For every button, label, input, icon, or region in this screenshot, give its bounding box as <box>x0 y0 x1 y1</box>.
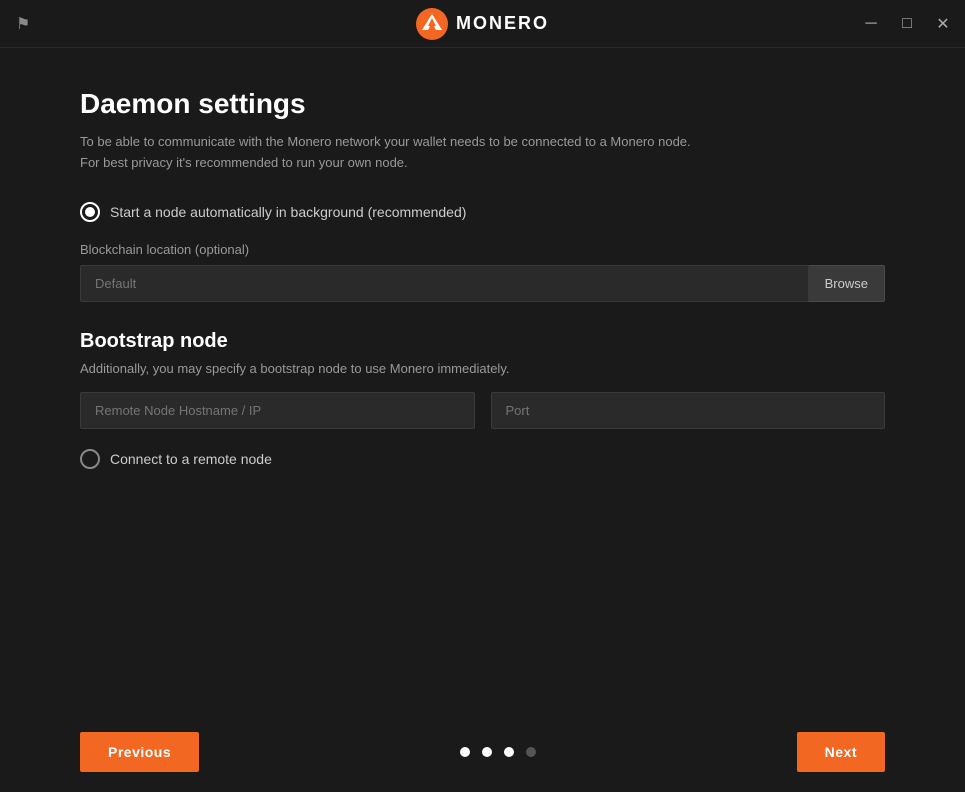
next-button[interactable]: Next <box>797 732 885 772</box>
bootstrap-section-desc: Additionally, you may specify a bootstra… <box>80 361 885 376</box>
radio-option-remote-node[interactable]: Connect to a remote node <box>80 449 885 469</box>
hostname-port-row <box>80 392 885 429</box>
blockchain-location-label: Blockchain location (optional) <box>80 242 885 257</box>
bootstrap-section-title: Bootstrap node <box>80 330 885 353</box>
monero-logo-icon <box>416 8 448 40</box>
hostname-input[interactable] <box>80 392 475 429</box>
pagination-dot-3 <box>504 747 514 757</box>
pagination-dot-4 <box>526 747 536 757</box>
page-title: Daemon settings <box>80 88 885 120</box>
port-input[interactable] <box>491 392 886 429</box>
footer: Previous Next <box>0 712 965 792</box>
app-logo: MONERO <box>416 8 549 40</box>
blockchain-location-input[interactable] <box>80 265 809 302</box>
flag-icon: ⚑ <box>16 14 30 34</box>
radio-auto-node-indicator <box>80 202 100 222</box>
restore-button[interactable]: □ <box>897 14 917 34</box>
previous-button[interactable]: Previous <box>80 732 199 772</box>
close-button[interactable]: ✕ <box>933 14 953 34</box>
browse-button[interactable]: Browse <box>809 265 885 302</box>
pagination-dot-1 <box>460 747 470 757</box>
pagination-dot-2 <box>482 747 492 757</box>
radio-remote-node-label: Connect to a remote node <box>110 451 272 467</box>
page-description: To be able to communicate with the Moner… <box>80 132 885 174</box>
radio-remote-node-indicator <box>80 449 100 469</box>
radio-option-auto-node[interactable]: Start a node automatically in background… <box>80 202 885 222</box>
main-content: Daemon settings To be able to communicat… <box>0 48 965 712</box>
pagination-dots <box>460 747 536 757</box>
blockchain-location-row: Browse <box>80 265 885 302</box>
title-bar: ⚑ MONERO ─ □ ✕ <box>0 0 965 48</box>
window-controls: ─ □ ✕ <box>861 14 953 34</box>
radio-auto-node-label: Start a node automatically in background… <box>110 204 466 220</box>
app-title: MONERO <box>456 13 549 34</box>
minimize-button[interactable]: ─ <box>861 14 881 34</box>
